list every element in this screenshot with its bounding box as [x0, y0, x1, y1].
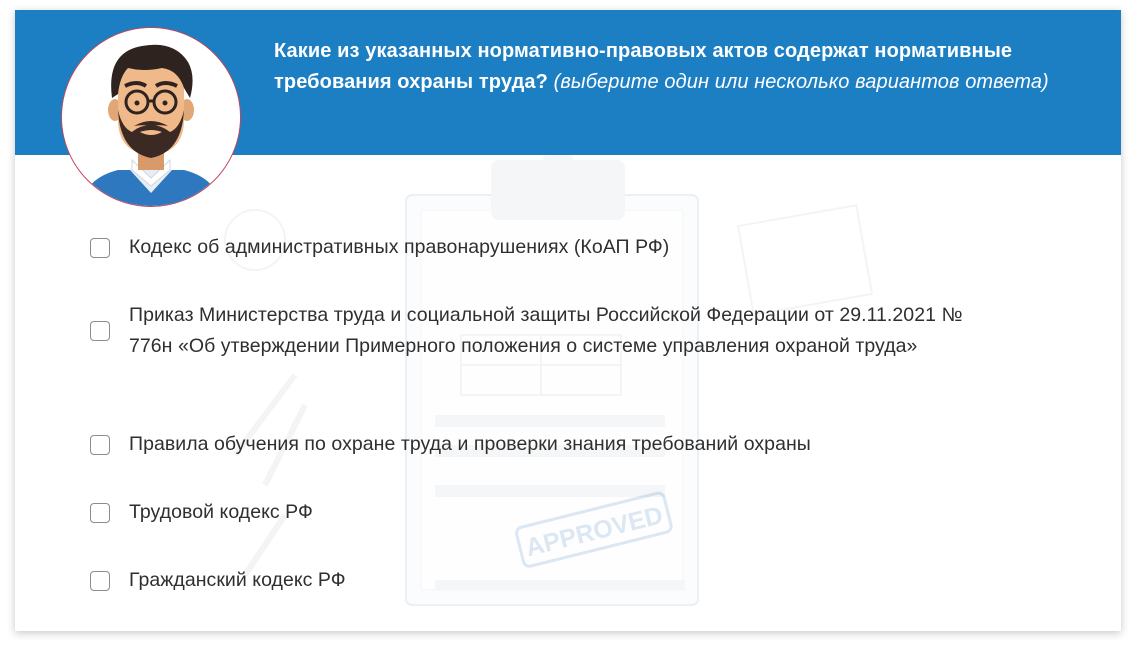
option-checkbox[interactable]	[90, 434, 110, 455]
option-checkbox[interactable]	[90, 502, 110, 523]
option-label[interactable]: Трудовой кодекс РФ	[129, 497, 1009, 528]
option-label[interactable]: Гражданский кодекс РФ	[129, 565, 1009, 596]
option-checkbox[interactable]	[90, 237, 110, 258]
option-label[interactable]: Кодекс об административных правонарушени…	[129, 232, 1009, 263]
option-label[interactable]: Правила обучения по охране труда и прове…	[129, 429, 1009, 460]
option-item[interactable]: Трудовой кодекс РФ	[90, 497, 1009, 528]
option-item[interactable]: Гражданский кодекс РФ	[90, 565, 1009, 596]
man-avatar-icon	[62, 28, 240, 206]
option-item[interactable]: Кодекс об административных правонарушени…	[90, 232, 1009, 263]
option-item[interactable]: Правила обучения по охране труда и прове…	[90, 429, 1009, 460]
avatar	[61, 27, 241, 207]
quiz-card: Какие из указанных нормативно-правовых а…	[15, 10, 1121, 631]
option-checkbox[interactable]	[90, 321, 110, 341]
option-checkbox[interactable]	[90, 570, 110, 591]
option-label[interactable]: Приказ Министерства труда и социальной з…	[129, 300, 1009, 362]
option-item[interactable]: Приказ Министерства труда и социальной з…	[90, 300, 1009, 362]
